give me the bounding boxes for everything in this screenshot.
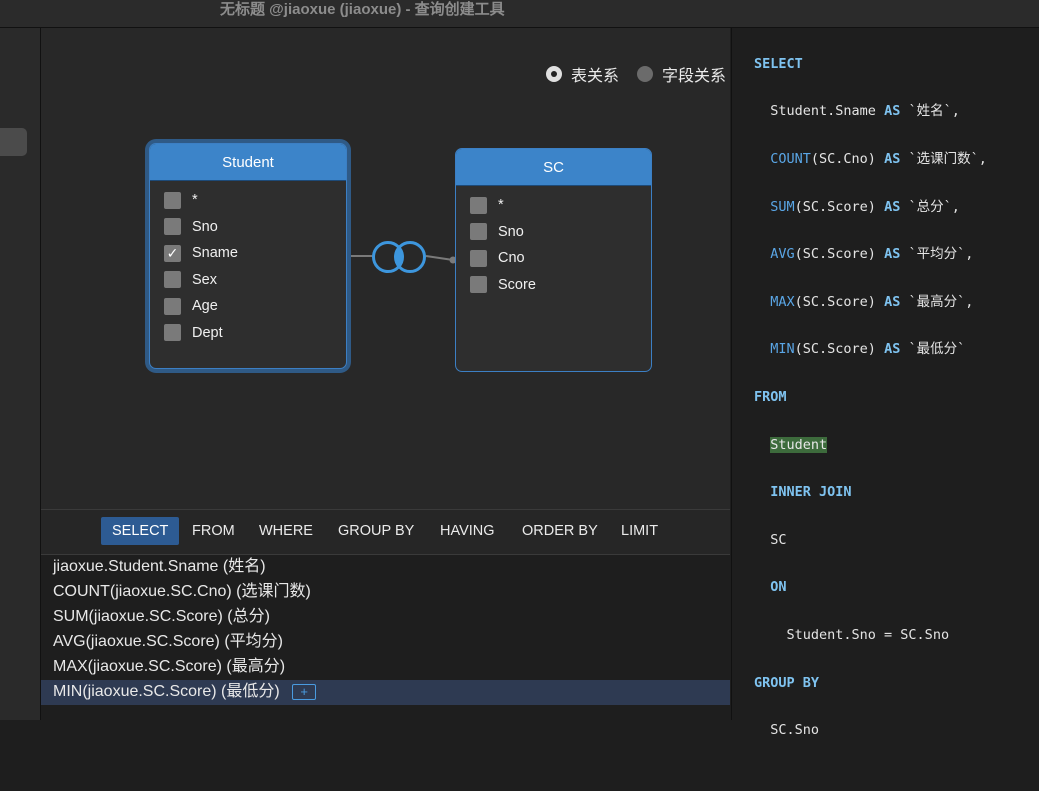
checkbox[interactable] [164, 297, 181, 315]
sql-alias: `平均分`, [908, 246, 974, 263]
sql-alias: `姓名`, [908, 103, 960, 120]
sql-function: SUM [770, 198, 795, 215]
checkbox[interactable] [470, 276, 487, 294]
checkbox-checked[interactable]: ✓ [164, 244, 181, 262]
sql-condition: Student.Sno = SC.Sno [786, 626, 950, 643]
table-card-student[interactable]: Student * Sno ✓ Sname Sex Age Dept [149, 143, 347, 369]
sql-arg: (SC.Score) [794, 341, 876, 358]
sql-arg: (SC.Score) [794, 293, 876, 310]
field-list: * Sno Cno Score [456, 186, 651, 298]
field-name: Sname [192, 245, 238, 262]
tab-order-by[interactable]: ORDER BY [511, 517, 609, 545]
list-item[interactable]: jiaoxue.Student.Sname (姓名) [41, 555, 730, 580]
sql-alias: `最低分` [908, 341, 966, 358]
field-row[interactable]: * [150, 187, 346, 214]
sql-alias: `选课门数`, [908, 150, 987, 167]
field-name: * [192, 192, 198, 209]
checkbox[interactable] [164, 324, 181, 342]
tab-where[interactable]: WHERE [248, 517, 324, 545]
select-expression-list: jiaoxue.Student.Sname (姓名) COUNT(jiaoxue… [41, 555, 730, 720]
expression-text: SUM(jiaoxue.SC.Score) (总分) [53, 608, 270, 625]
field-name: Sex [192, 271, 217, 288]
field-name: Sno [498, 223, 524, 240]
sql-function: AVG [770, 246, 795, 263]
checkbox[interactable] [470, 223, 487, 241]
sql-keyword: INNER JOIN [770, 484, 852, 501]
sql-preview-pane[interactable]: SELECT Student.Sname AS `姓名`, COUNT(SC.C… [731, 28, 1039, 738]
expression-text: jiaoxue.Student.Sname (姓名) [53, 558, 266, 575]
sql-arg: (SC.Score) [794, 198, 876, 215]
list-item[interactable]: AVG(jiaoxue.SC.Score) (平均分) [41, 630, 730, 655]
expression-text: AVG(jiaoxue.SC.Score) (平均分) [53, 633, 283, 650]
checkbox[interactable] [164, 271, 181, 289]
sql-keyword: AS [884, 293, 901, 310]
checkbox[interactable] [470, 196, 487, 214]
table-card-sc[interactable]: SC * Sno Cno Score [455, 148, 652, 372]
sql-table-highlighted: Student [770, 436, 828, 453]
field-row[interactable]: Sno [150, 214, 346, 241]
field-name: * [498, 197, 504, 214]
field-row[interactable]: * [456, 192, 651, 219]
clause-tabs: SELECT FROM WHERE GROUP BY HAVING ORDER … [41, 509, 730, 555]
inner-join-icon[interactable] [372, 241, 426, 273]
list-item[interactable]: MAX(jiaoxue.SC.Score) (最高分) [41, 655, 730, 680]
sql-keyword: AS [884, 246, 901, 263]
field-name: Cno [498, 250, 525, 267]
sql-group-column: SC.Sno [770, 722, 820, 739]
field-row[interactable]: Score [456, 272, 651, 299]
expression-text: MAX(jiaoxue.SC.Score) (最高分) [53, 658, 286, 675]
sql-keyword: AS [884, 198, 901, 215]
sql-keyword: AS [884, 150, 901, 167]
list-item[interactable]: SUM(jiaoxue.SC.Score) (总分) [41, 605, 730, 630]
sql-function: MIN [770, 341, 795, 358]
sql-keyword: GROUP BY [754, 674, 820, 691]
sql-table: SC [770, 531, 787, 548]
checkbox[interactable] [470, 249, 487, 267]
table-header[interactable]: Student [150, 144, 346, 181]
sql-function: MAX [770, 293, 795, 310]
expression-text: MIN(jiaoxue.SC.Score) (最低分) [53, 683, 280, 700]
sql-alias: `最高分`, [908, 293, 974, 310]
tab-select[interactable]: SELECT [101, 517, 180, 545]
sql-keyword: AS [884, 103, 901, 120]
sidebar-tab[interactable] [0, 128, 27, 156]
sql-function: COUNT [770, 150, 811, 167]
diagram-canvas[interactable]: 表关系 字段关系 Student * Sno ✓ Sname Sex Age D… [41, 28, 730, 509]
sql-alias: `总分`, [908, 198, 960, 215]
sql-arg: (SC.Cno) [810, 150, 876, 167]
field-name: Score [498, 276, 536, 293]
sql-keyword: ON [770, 579, 787, 596]
sql-keyword: SELECT [754, 55, 803, 72]
sql-column: Student.Sname [770, 103, 876, 120]
sql-arg: (SC.Score) [794, 246, 876, 263]
field-row[interactable]: Age [150, 293, 346, 320]
list-item-selected[interactable]: MIN(jiaoxue.SC.Score) (最低分) + [41, 680, 730, 705]
field-row[interactable]: Cno [456, 245, 651, 272]
field-name: Age [192, 298, 218, 315]
field-name: Dept [192, 324, 223, 341]
window-title: 无标题 @jiaoxue (jiaoxue) - 查询创建工具 [220, 1, 505, 18]
field-list: * Sno ✓ Sname Sex Age Dept [150, 181, 346, 346]
field-name: Sno [192, 218, 218, 235]
title-bar: 无标题 @jiaoxue (jiaoxue) - 查询创建工具 [0, 0, 1039, 28]
sql-text: SELECT Student.Sname AS `姓名`, COUNT(SC.C… [754, 29, 987, 791]
checkbox[interactable] [164, 191, 181, 209]
tab-limit[interactable]: LIMIT [610, 517, 669, 545]
tab-from[interactable]: FROM [181, 517, 246, 545]
tab-having[interactable]: HAVING [429, 517, 506, 545]
field-row[interactable]: Dept [150, 320, 346, 347]
field-row[interactable]: Sex [150, 267, 346, 294]
add-expression-button[interactable]: + [292, 683, 317, 700]
field-row[interactable]: ✓ Sname [150, 240, 346, 267]
field-row[interactable]: Sno [456, 219, 651, 246]
tab-group-by[interactable]: GROUP BY [327, 517, 425, 545]
list-item[interactable]: COUNT(jiaoxue.SC.Cno) (选课门数) [41, 580, 730, 605]
expression-text: COUNT(jiaoxue.SC.Cno) (选课门数) [53, 583, 311, 600]
checkbox[interactable] [164, 218, 181, 236]
table-header[interactable]: SC [456, 149, 651, 186]
sql-keyword: FROM [754, 388, 787, 405]
left-sidebar [0, 28, 41, 720]
sql-keyword: AS [884, 341, 901, 358]
